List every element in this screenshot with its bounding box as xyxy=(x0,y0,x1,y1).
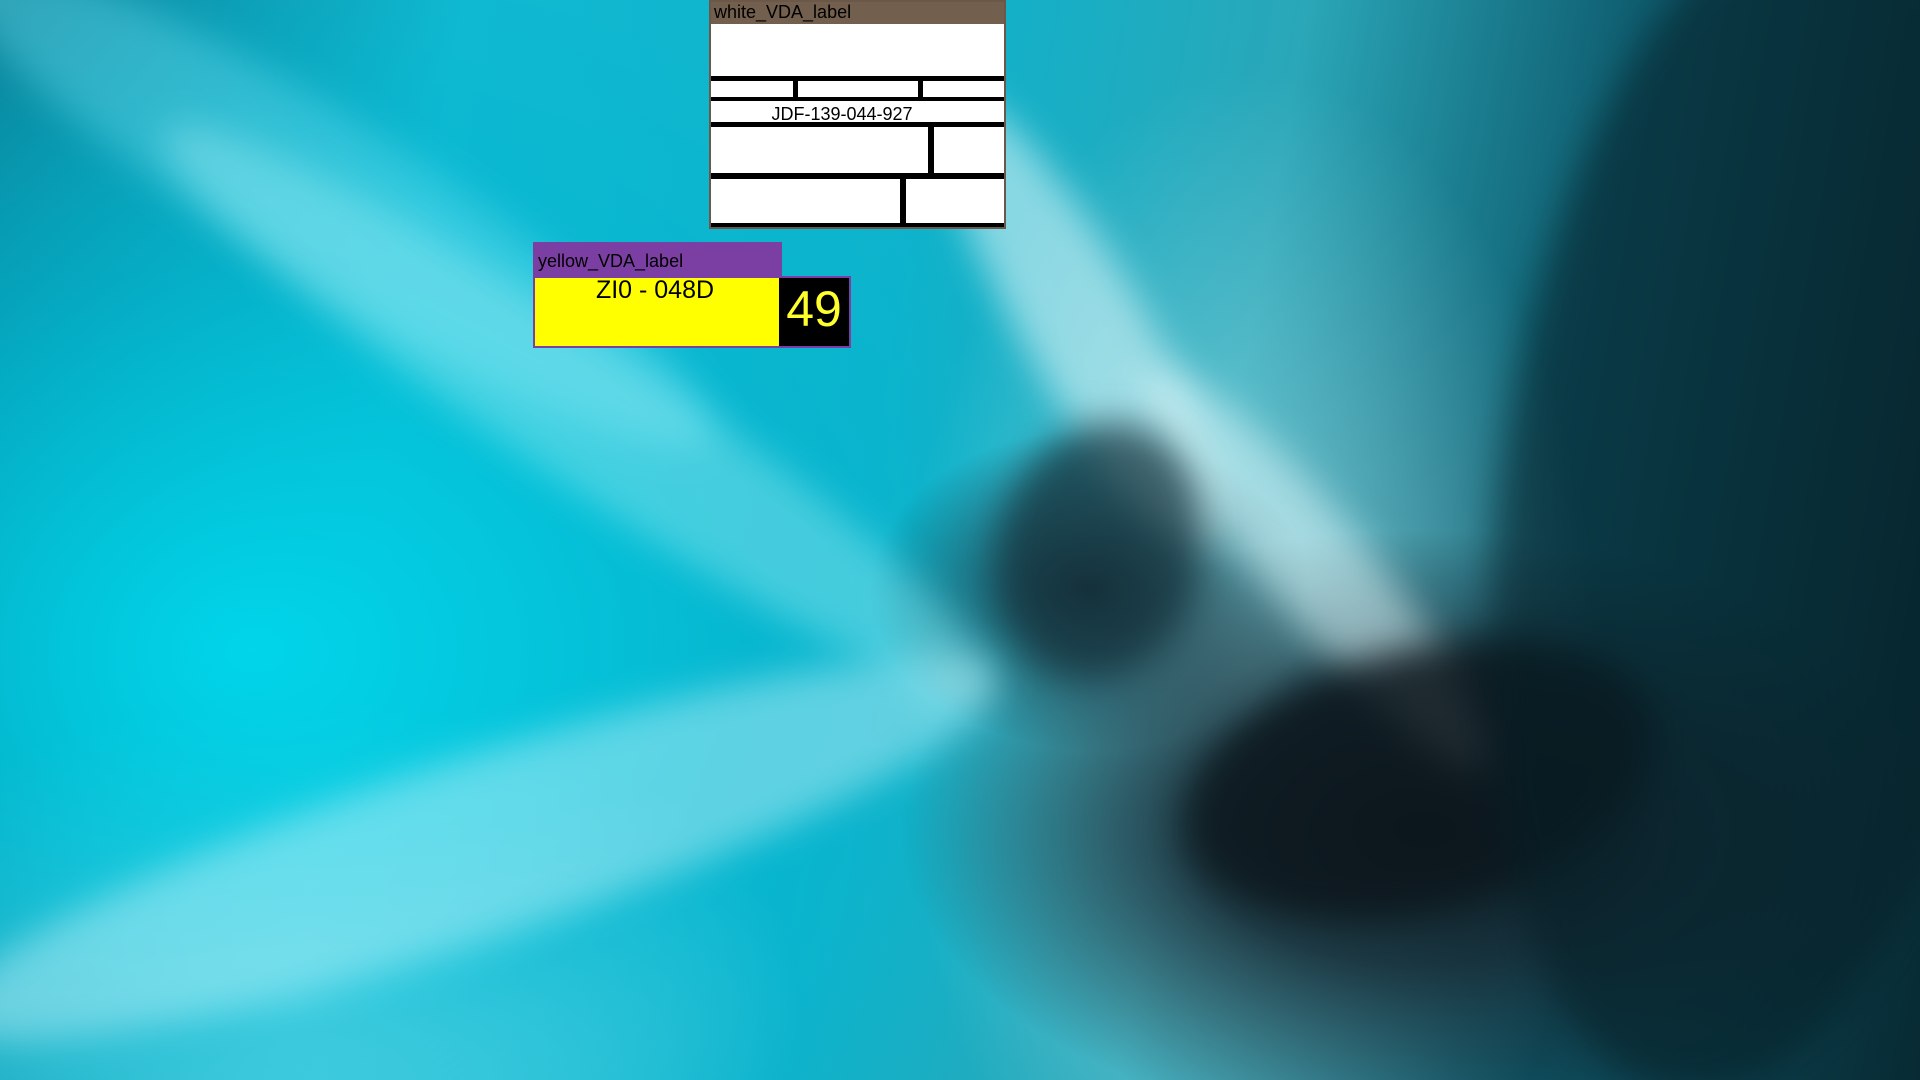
label-grid-line xyxy=(900,177,906,227)
yellow-vda-label-window[interactable]: yellow_VDA_label 49 ZI0 - 048D xyxy=(533,242,851,348)
white-vda-label-title-bar[interactable]: white_VDA_label xyxy=(711,2,1004,24)
yellow-vda-label-number-box: 49 xyxy=(779,278,849,346)
yellow-vda-label-code: ZI0 - 048D xyxy=(595,276,715,304)
label-grid-line xyxy=(793,76,798,100)
wallpaper-streak xyxy=(0,594,1021,1080)
label-grid-line xyxy=(928,122,934,176)
white-vda-label-window[interactable]: white_VDA_label JDF-139-044-927 xyxy=(709,0,1006,229)
label-grid-line xyxy=(918,76,923,100)
label-grid-line xyxy=(711,223,1004,227)
white-vda-label-title: white_VDA_label xyxy=(714,2,852,22)
wallpaper-streak xyxy=(1419,0,1920,1080)
yellow-vda-label-title: yellow_VDA_label xyxy=(538,251,684,271)
white-vda-label-code: JDF-139-044-927 xyxy=(771,104,913,124)
yellow-vda-label-number: 49 xyxy=(786,281,842,337)
yellow-vda-label-title-bar[interactable]: yellow_VDA_label xyxy=(533,242,782,276)
label-grid-line xyxy=(711,97,1004,101)
label-grid-line xyxy=(711,173,1004,179)
label-grid-line xyxy=(711,76,1004,81)
